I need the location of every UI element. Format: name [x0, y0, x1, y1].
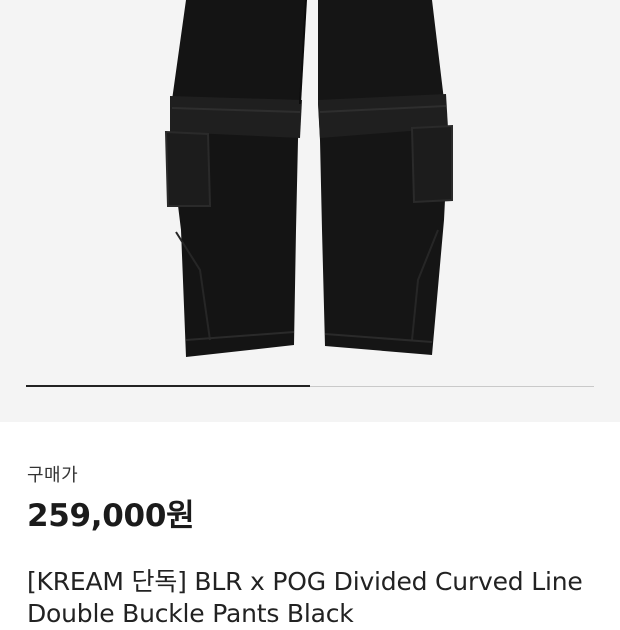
product-image [164, 0, 453, 357]
product-image-carousel[interactable] [0, 0, 620, 422]
product-title: [KREAM 단독] BLR x POG Divided Curved Line… [27, 567, 583, 628]
price-value: 259,000원 [27, 498, 195, 534]
carousel-progress-indicator [26, 385, 310, 387]
buy-price-label: 구매가 [27, 465, 79, 486]
carousel-progress-track [26, 385, 594, 387]
